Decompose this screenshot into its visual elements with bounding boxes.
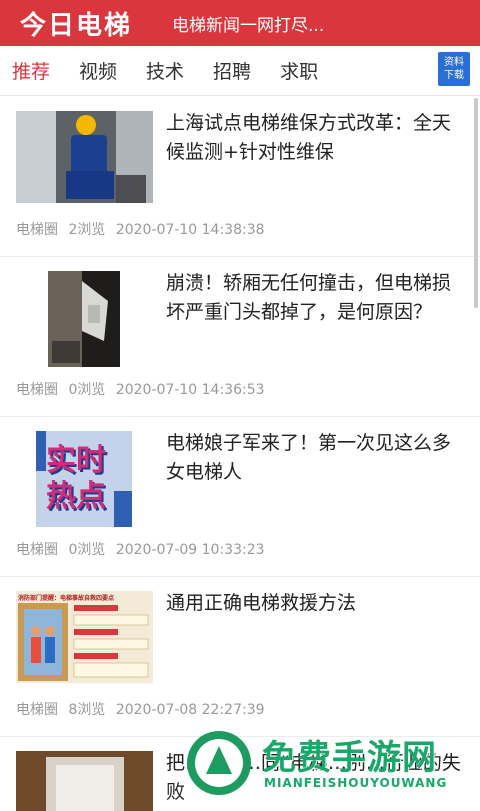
article-meta: 电梯圈 0浏览 2020-07-10 14:36:53 <box>16 379 271 399</box>
article-source: 电梯圈 <box>16 222 58 238</box>
list-item[interactable]: 上海试点电梯维保方式改革：全天候监测+针对性维保 电梯圈 2浏览 2020-07… <box>0 97 480 257</box>
watermark-logo-icon <box>187 731 251 795</box>
article-thumbnail: 消防部门提醒：电梯事故自救四要点 <box>16 591 153 683</box>
scrollbar[interactable] <box>474 98 478 308</box>
article-views: 0浏览 <box>68 542 106 558</box>
thumb-text-line1: 实时 <box>46 443 106 478</box>
article-time: 2020-07-10 14:38:38 <box>115 222 265 238</box>
download-materials-button[interactable]: 资料 下载 <box>438 52 470 86</box>
article-views: 0浏览 <box>68 382 106 398</box>
article-thumbnail <box>16 111 153 203</box>
article-source: 电梯圈 <box>16 542 58 558</box>
list-item[interactable]: 消防部门提醒：电梯事故自救四要点 通用正确电梯救援方法 电梯圈 8浏览 2020… <box>0 577 480 737</box>
tab-tech[interactable]: 技术 <box>146 57 184 84</box>
article-title[interactable]: 崩溃！轿厢无任何撞击，但电梯损坏严重门头都掉了，是何原因？ <box>166 269 466 327</box>
article-meta: 电梯圈 0浏览 2020-07-09 10:33:23 <box>16 539 271 559</box>
article-source: 电梯圈 <box>16 702 58 718</box>
article-source: 电梯圈 <box>16 382 58 398</box>
article-views: 2浏览 <box>68 222 106 238</box>
article-views: 8浏览 <box>68 702 106 718</box>
article-thumbnail: 实时 热点 <box>36 431 132 527</box>
list-item[interactable]: 崩溃！轿厢无任何撞击，但电梯损坏严重门头都掉了，是何原因？ 电梯圈 0浏览 20… <box>0 257 480 417</box>
article-meta: 电梯圈 8浏览 2020-07-08 22:27:39 <box>16 699 271 719</box>
download-badge-line1: 资料 <box>444 57 464 68</box>
thumb-text-line2: 热点 <box>46 479 106 514</box>
article-title[interactable]: 通用正确电梯救援方法 <box>166 589 466 618</box>
article-time: 2020-07-09 10:33:23 <box>115 542 265 558</box>
category-tabs: 推荐 视频 技术 招聘 求职 资料 下载 <box>0 46 480 96</box>
watermark-overlay: 免费手游网 MIANFEISHOUYOUWANG <box>180 726 480 800</box>
article-title[interactable]: 电梯娘子军来了！第一次见这么多女电梯人 <box>166 429 466 487</box>
article-thumbnail <box>16 751 153 811</box>
tab-recommend[interactable]: 推荐 <box>12 57 50 84</box>
tab-recruit[interactable]: 招聘 <box>213 57 251 84</box>
article-meta: 电梯圈 2浏览 2020-07-10 14:38:38 <box>16 219 271 239</box>
download-badge-line2: 下载 <box>444 70 464 81</box>
article-time: 2020-07-10 14:36:53 <box>115 382 265 398</box>
app-header: 今日电梯 电梯新闻一网打尽... <box>0 0 480 46</box>
article-title[interactable]: 上海试点电梯维保方式改革：全天候监测+针对性维保 <box>166 109 466 167</box>
article-time: 2020-07-08 22:27:39 <box>115 702 265 718</box>
list-item[interactable]: 实时 热点 电梯娘子军来了！第一次见这么多女电梯人 电梯圈 0浏览 2020-0… <box>0 417 480 577</box>
app-title: 今日电梯 <box>20 10 133 41</box>
news-ticker[interactable]: 电梯新闻一网打尽... <box>172 11 352 36</box>
article-thumbnail <box>48 271 120 367</box>
tab-job-seek[interactable]: 求职 <box>280 57 318 84</box>
article-list: 上海试点电梯维保方式改革：全天候监测+针对性维保 电梯圈 2浏览 2020-07… <box>0 97 480 811</box>
tab-video[interactable]: 视频 <box>79 57 117 84</box>
watermark-subtext: MIANFEISHOUYOUWANG <box>264 776 448 790</box>
watermark-text: 免费手游网 <box>262 738 437 778</box>
